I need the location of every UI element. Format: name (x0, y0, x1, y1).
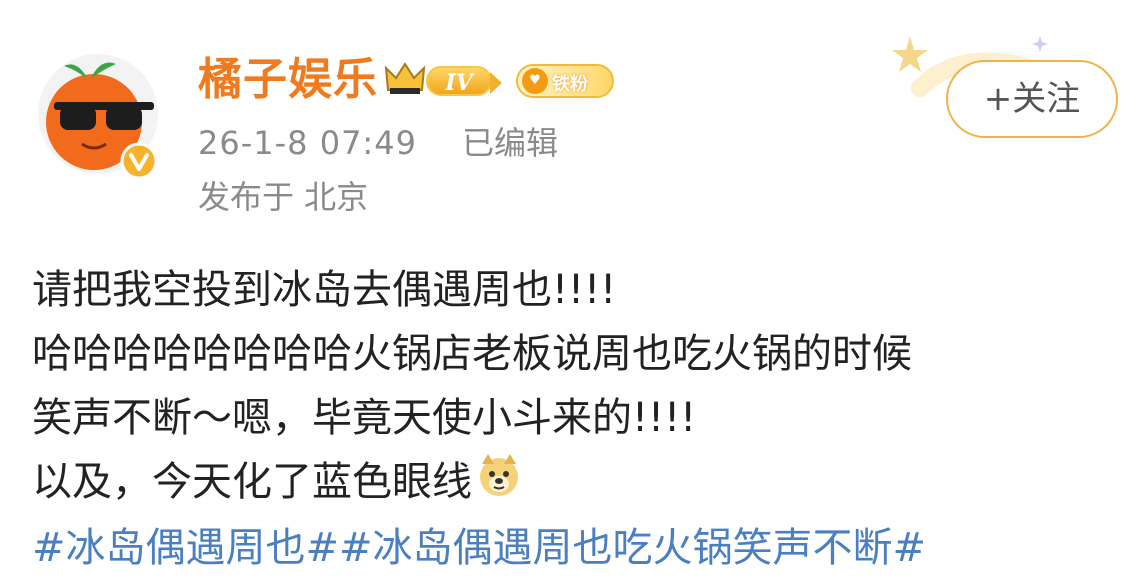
doge-emoji-icon (476, 452, 522, 517)
fan-badge[interactable]: ♥ 铁粉 (516, 64, 614, 98)
post-line-4-text: 以及，今天化了蓝色眼线 (32, 459, 472, 505)
fan-badge-label: 铁粉 (552, 74, 588, 95)
crown-icon (384, 62, 426, 94)
post-line-2: 哈哈哈哈哈哈哈哈火锅店老板说周也吃火锅的时候 (32, 331, 912, 377)
post-line-3: 笑声不断～嗯，毕竟天使小斗来的!!!! (32, 395, 697, 441)
post-timestamp[interactable]: 26-1-8 07:49 (198, 122, 417, 164)
post-line-4: 以及，今天化了蓝色眼线 (32, 450, 1132, 514)
level-badge[interactable]: IV (426, 66, 502, 96)
user-avatar[interactable] (36, 52, 160, 180)
edited-label[interactable]: 已编辑 (462, 122, 558, 164)
hashtags: #冰岛偶遇周也##冰岛偶遇周也吃火锅笑声不断# (32, 516, 926, 580)
hashtag-link[interactable]: #冰岛偶遇周也# (32, 525, 339, 571)
post-location: 发布于 北京 (198, 178, 369, 216)
fan-heart-icon: ♥ (522, 68, 548, 94)
post-line-1: 请把我空投到冰岛去偶遇周也!!!! (32, 267, 617, 313)
verified-v-icon (120, 142, 158, 180)
hashtag-link[interactable]: #冰岛偶遇周也吃火锅笑声不断# (339, 525, 926, 571)
username[interactable]: 橘子娱乐 (198, 52, 378, 108)
post-body: 请把我空投到冰岛去偶遇周也!!!! 哈哈哈哈哈哈哈哈火锅店老板说周也吃火锅的时候… (32, 258, 1132, 514)
follow-button[interactable]: +关注 (946, 60, 1118, 138)
